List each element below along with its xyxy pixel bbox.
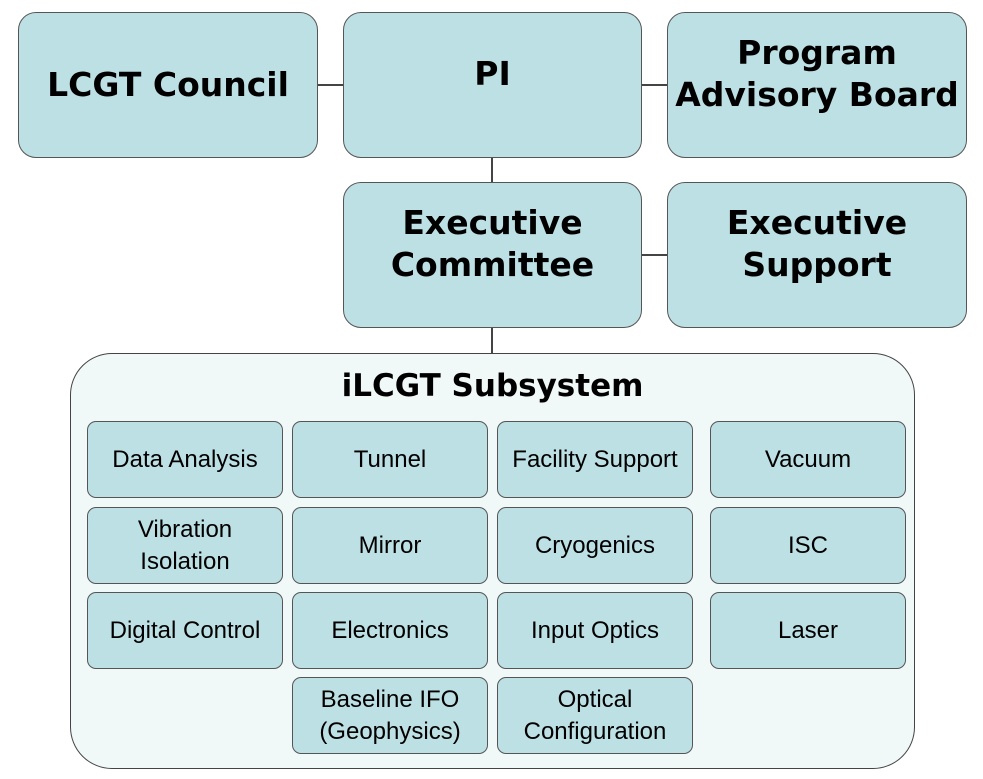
connector-pi-advisory [641, 84, 667, 86]
exec-support-line2: Support [742, 245, 892, 284]
subsystem-cell-label: Electronics [331, 615, 448, 647]
subsystem-cell-label: Vibration Isolation [138, 514, 232, 578]
subsystem-cell-label: Cryogenics [535, 530, 655, 562]
cell-line1: Data Analysis [112, 445, 258, 473]
subsystem-cell-label: Optical Configuration [524, 684, 667, 748]
exec-support-line1: Executive [726, 203, 908, 242]
subsystem-cell: Optical Configuration [497, 677, 693, 754]
cell-line1: Mirror [358, 531, 422, 559]
subsystem-cell-label: Digital Control [110, 615, 261, 647]
subsystem-cell: Cryogenics [497, 507, 693, 584]
subsystem-cell-label: Facility Support [512, 444, 677, 476]
cell-line1: Baseline IFO [320, 685, 460, 713]
cell-line1: Cryogenics [534, 531, 656, 559]
advisory-label-line1: Program [737, 33, 897, 72]
subsystem-cell: Baseline IFO (Geophysics) [292, 677, 488, 754]
subsystem-cell: Data Analysis [87, 421, 283, 498]
subsystem-cell-label: Data Analysis [112, 444, 257, 476]
subsystem-cell: Tunnel [292, 421, 488, 498]
subsystem-cell: Laser [710, 592, 906, 669]
cell-line1: Electronics [331, 616, 449, 644]
subsystem-cell-label: Laser [778, 615, 838, 647]
exec-committee-line1: Executive [402, 203, 583, 242]
lcgt-council-label: LCGT Council [47, 65, 289, 104]
connector-executive-support [641, 254, 667, 256]
subsystem-cell: Vacuum [710, 421, 906, 498]
subsystem-cell: Electronics [292, 592, 488, 669]
subsystem-cell-label: ISC [788, 530, 828, 562]
subsystem-title: iLCGT Subsystem [341, 368, 644, 404]
connector-executive-subsystem [491, 327, 493, 353]
subsystem-cell: Mirror [292, 507, 488, 584]
subsystem-cell: Facility Support [497, 421, 693, 498]
connector-council-pi [317, 84, 343, 86]
advisory-label-line2: Advisory Board [675, 75, 959, 114]
cell-line1: Tunnel [353, 445, 427, 473]
cell-line1: Vacuum [764, 445, 852, 473]
subsystem-cell: Vibration Isolation [87, 507, 283, 584]
cell-line1: Laser [777, 616, 839, 644]
cell-line1: ISC [787, 531, 828, 559]
subsystem-cell-label: Vacuum [765, 444, 851, 476]
cell-line1: Vibration [137, 515, 233, 543]
cell-line1: Input Optics [530, 616, 660, 644]
executive-committee-box: Executive Committee [343, 182, 642, 328]
subsystem-cell: Input Optics [497, 592, 693, 669]
cell-line2: (Geophysics) [319, 717, 461, 745]
pi-label: PI [474, 54, 511, 93]
lcgt-council-box: LCGT Council [18, 12, 318, 158]
subsystem-cell-label: Baseline IFO (Geophysics) [319, 684, 460, 748]
subsystem-cell: Digital Control [87, 592, 283, 669]
executive-support-box: Executive Support [667, 182, 967, 328]
cell-line2: Configuration [523, 717, 667, 745]
cell-line1: Optical [557, 685, 633, 713]
subsystem-cell-label: Mirror [359, 530, 422, 562]
pi-box: PI [343, 12, 642, 158]
exec-committee-line2: Committee [390, 245, 595, 284]
program-advisory-board-box: Program Advisory Board [667, 12, 967, 158]
connector-pi-executive [491, 157, 493, 182]
subsystem-cell-label: Input Optics [531, 615, 659, 647]
cell-line1: Facility Support [512, 445, 678, 473]
cell-line1: Digital Control [109, 616, 261, 644]
cell-line2: Isolation [140, 547, 230, 575]
subsystem-cell-label: Tunnel [354, 444, 427, 476]
subsystem-cell: ISC [710, 507, 906, 584]
